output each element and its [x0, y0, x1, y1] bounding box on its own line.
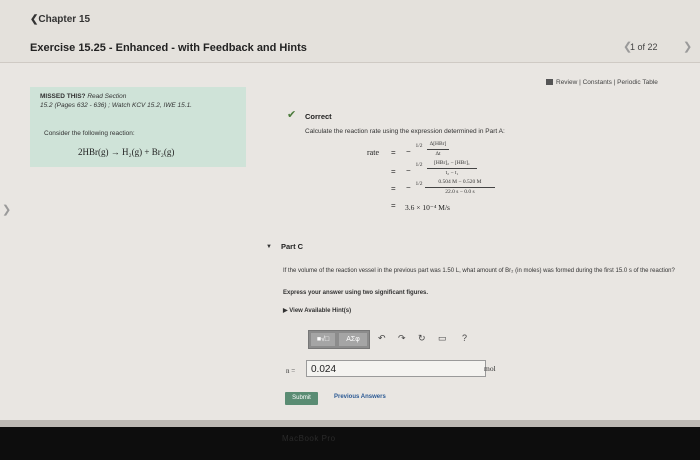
unit-label: mol [484, 364, 496, 373]
keyboard-icon[interactable]: ▭ [438, 333, 447, 344]
fraction-bar [425, 187, 495, 188]
review-links[interactable]: Review | Constants | Periodic Table [546, 79, 658, 86]
next-page-arrow-icon[interactable]: ❯ [683, 40, 692, 53]
book-icon [546, 79, 553, 85]
math-toolbar: ■√□ ΑΣφ [308, 330, 370, 349]
fraction-bar [427, 168, 477, 169]
rate-line1-denominator: Δt [435, 151, 441, 157]
rate-result: 3.6 × 10⁻⁴ M/s [405, 203, 450, 212]
consider-text: Consider the following reaction: [44, 130, 135, 137]
checkmark-icon: ✔ [287, 109, 297, 121]
minus-sign: − [406, 166, 411, 175]
rate-line2-denominator: t₂ − t₁ [445, 170, 459, 176]
templates-button[interactable]: ■√□ [311, 333, 335, 346]
laptop-bezel [0, 427, 700, 460]
half-fraction: 1/2 [415, 162, 423, 168]
chapter-link[interactable]: ❮Chapter 15 [30, 14, 90, 25]
view-hints-label: View Available Hint(s) [289, 308, 352, 314]
missed-this-label: MISSED THIS? [40, 93, 86, 100]
collapse-triangle-icon[interactable]: ▼ [266, 244, 272, 250]
rate-line3-numerator: 0.504 M − 0.520 M [438, 179, 482, 185]
answer-input[interactable]: 0.024 [306, 360, 486, 377]
half-fraction: 1/2 [415, 143, 423, 149]
rate-line2-numerator: [HBr]₂ − [HBr]₁ [434, 160, 470, 166]
reset-icon[interactable]: ↻ [418, 333, 426, 344]
equals-sign: = [391, 167, 396, 176]
submit-button[interactable]: Submit [285, 392, 318, 405]
correct-explanation: Calculate the reaction rate using the ex… [305, 128, 505, 135]
previous-answers-link[interactable]: Previous Answers [334, 394, 386, 400]
minus-sign: − [406, 147, 411, 156]
fraction-bar [427, 149, 449, 150]
side-expand-arrow-icon[interactable]: ❯ [2, 203, 11, 216]
part-c-question: If the volume of the reaction vessel in … [283, 268, 675, 274]
n-label: n = [286, 367, 296, 375]
symbols-button[interactable]: ΑΣφ [339, 333, 367, 346]
reaction-equation: 2HBr(g) → H₂(g) + Br₂(g) [78, 147, 175, 157]
view-hints-link[interactable]: ▶ View Available Hint(s) [283, 307, 351, 314]
equals-sign: = [391, 201, 396, 210]
equals-sign: = [391, 184, 396, 193]
half-fraction: 1/2 [415, 181, 423, 187]
rate-label: rate [367, 148, 379, 157]
undo-icon[interactable]: ↶ [378, 333, 386, 344]
minus-sign: − [406, 183, 411, 192]
help-icon[interactable]: ? [462, 333, 467, 343]
read-section-link[interactable]: Read Section [86, 93, 126, 100]
redo-icon[interactable]: ↷ [398, 333, 406, 344]
page-counter: 1 of 22 [630, 42, 658, 52]
rate-line1-numerator: Δ[HBr] [429, 141, 447, 147]
equals-sign: = [391, 148, 396, 157]
page-title: Exercise 15.25 - Enhanced - with Feedbac… [30, 42, 307, 54]
section-reference[interactable]: 15.2 (Pages 632 - 636) ; Watch KCV 15.2,… [40, 102, 192, 109]
missed-this-text: MISSED THIS? Read Section 15.2 (Pages 63… [40, 92, 235, 110]
correct-heading: Correct [305, 112, 332, 121]
rate-line3-denominator: 22.0 s − 0.0 s [445, 189, 475, 195]
part-c-heading[interactable]: Part C [281, 242, 303, 251]
header-divider [0, 62, 700, 63]
answer-instructions: Express your answer using two significan… [283, 290, 429, 296]
bezel-label: MacBook Pro [282, 434, 336, 443]
review-links-text: Review | Constants | Periodic Table [556, 79, 658, 86]
